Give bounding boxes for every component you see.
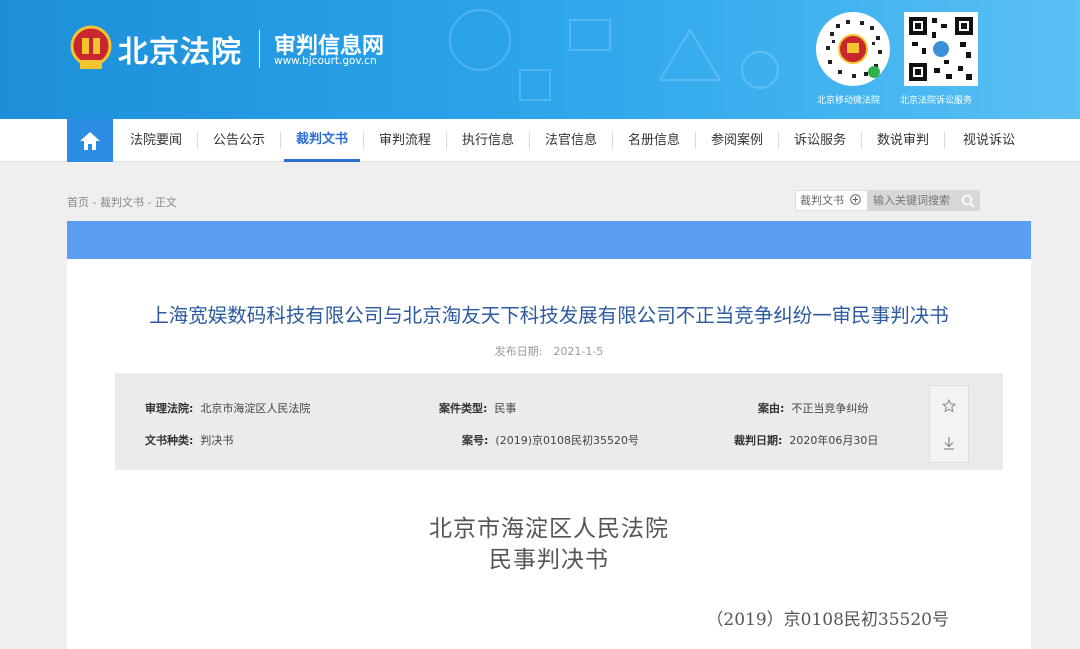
main-nav: 法院要闻 公告公示 裁判文书 审判流程 执行信息 法官信息 名册信息 参阅案例 … <box>0 119 1080 162</box>
qr-label-mobile-court: 北京移动微法院 <box>817 96 881 106</box>
cause-label: 案由: <box>758 402 785 415</box>
nav-divider <box>944 132 945 149</box>
case-type-value: 民事 <box>494 402 517 415</box>
nav-divider <box>612 132 613 149</box>
nav-divider <box>861 132 862 149</box>
nav-item-video-litigation[interactable]: 视说诉讼 <box>948 119 1030 162</box>
case-type-label: 案件类型: <box>439 402 488 415</box>
cause-value: 不正当竞争纠纷 <box>791 402 869 415</box>
document-actions <box>929 385 969 463</box>
nav-divider <box>695 132 696 149</box>
search-button[interactable] <box>958 191 978 210</box>
home-button[interactable] <box>67 119 113 162</box>
nav-item-court-news[interactable]: 法院要闻 <box>118 119 194 162</box>
judge-date-value: 2020年06月30日 <box>789 434 879 447</box>
court-field: 审理法院: 北京市海淀区人民法院 <box>145 400 310 416</box>
publish-date: 发布日期: 2021-1-5 <box>494 345 604 358</box>
qr-label-litigation-service: 北京法院诉讼服务 <box>900 96 973 106</box>
nav-divider <box>778 132 779 149</box>
site-header: 北京法院 审判信息网 www.bjcourt.gov.cn 北京移动微法院 北京… <box>0 0 1080 119</box>
site-name[interactable]: 北京法院 <box>118 27 242 71</box>
document-title: 上海宽娱数码科技有限公司与北京淘友天下科技发展有限公司不正当竞争纠纷一审民事判决… <box>149 304 949 327</box>
search-scope-select[interactable]: 裁判文书 <box>795 190 868 211</box>
cause-field: 案由: 不正当竞争纠纷 <box>758 400 868 416</box>
nav-item-notices[interactable]: 公告公示 <box>201 119 277 162</box>
nav-item-roster[interactable]: 名册信息 <box>616 119 692 162</box>
plus-circle-icon <box>849 194 861 205</box>
nav-divider <box>446 132 447 149</box>
background-decoration <box>449 9 779 101</box>
document-panel: 上海宽娱数码科技有限公司与北京淘友天下科技发展有限公司不正当竞争纠纷一审民事判决… <box>67 259 1031 649</box>
court-value: 北京市海淀区人民法院 <box>200 402 311 415</box>
search-scope-label: 裁判文书 <box>800 194 844 207</box>
judge-date-label: 裁判日期: <box>734 434 783 447</box>
court-label: 审理法院: <box>145 402 194 415</box>
case-info-box: 审理法院: 北京市海淀区人民法院 案件类型: 民事 案由: 不正当竞争纠纷 文书… <box>115 373 1003 470</box>
content-header-band <box>67 221 1031 259</box>
nav-divider <box>363 132 364 149</box>
nav-item-judgments[interactable]: 裁判文书 <box>284 119 360 162</box>
qr-code-icon <box>904 12 978 86</box>
judge-date-field: 裁判日期: 2020年06月30日 <box>734 432 878 448</box>
case-type-field: 案件类型: 民事 <box>439 400 516 416</box>
mini-program-qr-icon <box>816 12 890 86</box>
doc-type-value: 判决书 <box>200 434 234 447</box>
doc-type-label: 文书种类: <box>145 434 194 447</box>
nav-divider <box>529 132 530 149</box>
nav-item-reference-cases[interactable]: 参阅案例 <box>699 119 775 162</box>
nav-item-enforcement[interactable]: 执行信息 <box>450 119 526 162</box>
nav-divider <box>197 132 198 149</box>
breadcrumb[interactable]: 首页 - 裁判文书 - 正文 <box>67 194 177 210</box>
case-number-line: （2019）京0108民初35520号 <box>706 610 949 630</box>
logo-divider <box>259 30 260 68</box>
case-no-field: 案号: (2019)京0108民初35520号 <box>462 432 639 448</box>
favorite-button[interactable] <box>930 388 968 424</box>
site-url: www.bjcourt.gov.cn <box>274 55 377 67</box>
court-heading: 北京市海淀区人民法院 <box>429 516 669 542</box>
home-icon <box>80 131 100 150</box>
doc-type-field: 文书种类: 判决书 <box>145 432 233 448</box>
nav-divider <box>280 132 281 149</box>
document-kind-heading: 民事判决书 <box>489 547 609 573</box>
case-no-value: (2019)京0108民初35520号 <box>495 434 639 447</box>
case-no-label: 案号: <box>462 434 489 447</box>
download-icon <box>944 437 954 450</box>
nav-item-judges[interactable]: 法官信息 <box>533 119 609 162</box>
star-icon <box>942 399 956 413</box>
download-button[interactable] <box>930 425 968 461</box>
search-icon <box>961 194 975 208</box>
nav-item-litigation-services[interactable]: 诉讼服务 <box>782 119 858 162</box>
nav-item-data-trials[interactable]: 数说审判 <box>865 119 941 162</box>
nav-item-trial-process[interactable]: 审判流程 <box>367 119 443 162</box>
court-emblem-icon[interactable] <box>70 24 112 72</box>
